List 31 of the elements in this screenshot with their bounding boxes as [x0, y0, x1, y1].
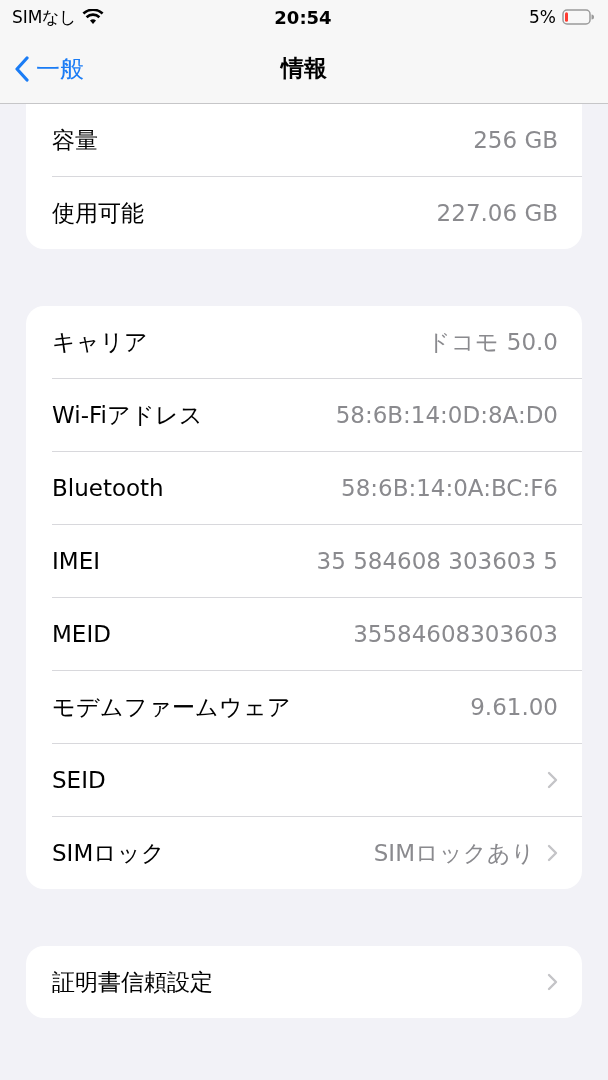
row-value: 58:6B:14:0D:8A:D0: [335, 402, 558, 428]
row-label: IMEI: [52, 548, 100, 574]
row-value: 35584608303603: [353, 621, 558, 647]
row-value: 227.06 GB: [436, 200, 558, 226]
row-value: ドコモ 50.0: [427, 327, 558, 357]
row-label[interactable]: SEID: [52, 767, 106, 793]
row-label: 容量: [52, 125, 98, 155]
row-value: 58:6B:14:0A:BC:F6: [341, 475, 558, 501]
row-label: Bluetooth: [52, 475, 164, 501]
row-value: 9.61.00: [470, 694, 558, 720]
row-value: 256 GB: [473, 127, 558, 153]
chevron-icon: [547, 973, 558, 991]
row-label: MEID: [52, 621, 111, 647]
wifi-icon: [82, 9, 105, 25]
battery-icon: [562, 9, 594, 25]
row-value: SIMロックあり: [373, 838, 535, 868]
row-label: キャリア: [52, 327, 148, 357]
row-label: Wi-Fiアドレス: [52, 400, 203, 430]
back-chevron-icon: [14, 55, 30, 82]
battery-percent: 5%: [529, 7, 556, 27]
carrier-text: SIMなし: [12, 5, 77, 29]
chevron-icon: [547, 771, 558, 789]
row-label: モデムファームウェア: [52, 692, 291, 722]
clock-time: 20:54: [274, 6, 332, 28]
row-value: 35 584608 303603 5: [316, 548, 558, 574]
row-label[interactable]: SIMロック: [52, 837, 166, 869]
row-label: 使用可能: [52, 198, 144, 228]
back-button[interactable]: 一般: [0, 52, 84, 85]
chevron-icon: [547, 844, 558, 862]
nav-title: 情報: [281, 54, 327, 83]
row-label[interactable]: 証明書信頼設定: [52, 966, 213, 998]
